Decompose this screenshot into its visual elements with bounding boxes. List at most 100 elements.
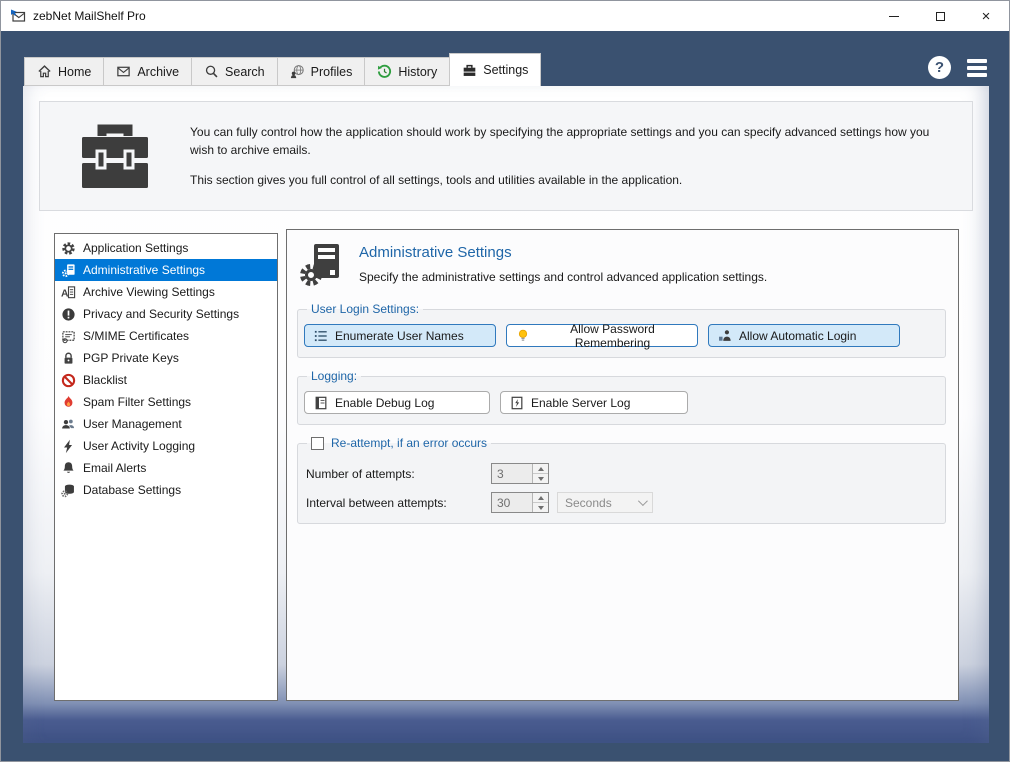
sidebar-item-label: PGP Private Keys [83,351,179,365]
sidebar-item-user-management[interactable]: User Management [55,413,277,435]
enable-server-log-button[interactable]: Enable Server Log [500,391,688,414]
spinner-down-button[interactable] [533,503,548,512]
top-right-icons: ? [928,56,987,79]
menu-button[interactable] [967,59,987,77]
sidebar-item-label: Email Alerts [83,461,146,475]
close-button[interactable]: × [963,1,1009,31]
envelope-icon [116,64,131,79]
sidebar-item-label: Archive Viewing Settings [83,285,215,299]
user-login-settings-label: User Login Settings: [307,302,423,316]
sidebar-item-privacy-security-settings[interactable]: Privacy and Security Settings [55,303,277,325]
window-controls: × [871,1,1009,31]
intro-text: You can fully control how the applicatio… [190,123,972,189]
maximize-icon [936,12,945,21]
history-clock-icon [377,64,392,79]
button-label: Enumerate User Names [335,329,464,343]
button-label: Allow Password Remembering [537,322,688,350]
content-panel: You can fully control how the applicatio… [23,86,989,743]
sidebar-item-label: Spam Filter Settings [83,395,191,409]
tab-label: Settings [483,63,528,77]
allow-automatic-login-button[interactable]: Allow Automatic Login [708,324,900,347]
spinner-down-button[interactable] [533,474,548,483]
interval-unit-dropdown[interactable]: Seconds [557,492,653,513]
flame-icon [60,395,76,410]
sidebar-item-email-alerts[interactable]: Email Alerts [55,457,277,479]
bell-icon [60,461,76,476]
tab-settings[interactable]: Settings [449,53,541,86]
attempts-row: Number of attempts: 3 [306,463,937,484]
spinner-value: 30 [492,493,532,512]
tab-profiles[interactable]: Profiles [277,57,366,86]
sidebar-item-label: S/MIME Certificates [83,329,189,343]
debug-log-icon [314,396,328,410]
svg-text:A: A [61,288,69,299]
settings-category-list: Application Settings Administrative Sett… [54,233,278,701]
sidebar-item-blacklist[interactable]: Blacklist [55,369,277,391]
intro-line-1: You can fully control how the applicatio… [190,123,948,159]
spinner-up-button[interactable] [533,493,548,503]
sidebar-item-label: Application Settings [83,241,188,255]
sidebar-item-user-activity-logging[interactable]: User Activity Logging [55,435,277,457]
sidebar-item-administrative-settings[interactable]: Administrative Settings [55,259,277,281]
padlock-icon [60,351,76,366]
sidebar-item-smime-certificates[interactable]: S/MIME Certificates [55,325,277,347]
tab-strip: Home Archive Search [24,53,541,86]
logging-group: Logging: Enable Debug Log [297,369,946,425]
sidebar-item-database-settings[interactable]: Database Settings [55,479,277,501]
user-login-settings-group: User Login Settings: [297,302,946,358]
numbered-list-icon [314,329,328,343]
hamburger-menu-icon [967,59,987,63]
sidebar-item-application-settings[interactable]: Application Settings [55,237,277,259]
tab-search[interactable]: Search [191,57,278,86]
button-label: Enable Server Log [531,396,630,410]
panel-header: Administrative Settings Specify the admi… [299,242,944,290]
help-circle-icon: ? [935,59,944,76]
app-window: zebNet MailShelf Pro × Home [0,0,1010,762]
toolbox-icon [462,63,477,78]
reattempt-checkbox[interactable] [311,437,324,450]
spinner-up-button[interactable] [533,464,548,474]
database-gear-icon [60,483,76,498]
tab-label: Home [58,65,91,79]
number-of-attempts-spinner[interactable]: 3 [491,463,549,484]
allow-password-remembering-button[interactable]: Allow Password Remembering [506,324,698,347]
help-button[interactable]: ? [928,56,951,79]
tab-archive[interactable]: Archive [103,57,192,86]
title-bar: zebNet MailShelf Pro × [1,1,1009,31]
window-title: zebNet MailShelf Pro [33,9,146,23]
a-document-icon: A [60,285,76,300]
gear-icon [60,241,76,256]
tab-home[interactable]: Home [24,57,104,86]
maximize-button[interactable] [917,1,963,31]
server-gear-icon [299,242,345,290]
certificate-icon [60,329,76,344]
sidebar-item-label: Blacklist [83,373,127,387]
interval-row: Interval between attempts: 30 Seconds [306,492,937,513]
panel-header-text: Administrative Settings Specify the admi… [359,242,767,290]
globe-person-icon [290,64,305,79]
reattempt-label: Re-attempt, if an error occurs [331,436,487,450]
tab-label: Archive [137,65,179,79]
sidebar-item-spam-filter-settings[interactable]: Spam Filter Settings [55,391,277,413]
sidebar-item-label: User Activity Logging [83,439,195,453]
enable-debug-log-button[interactable]: Enable Debug Log [304,391,490,414]
enumerate-user-names-button[interactable]: Enumerate User Names [304,324,496,347]
tab-label: Search [225,65,265,79]
server-log-icon [510,396,524,410]
sidebar-item-archive-viewing-settings[interactable]: A Archive Viewing Settings [55,281,277,303]
button-label: Allow Automatic Login [739,329,856,343]
tab-history[interactable]: History [364,57,450,86]
interval-spinner[interactable]: 30 [491,492,549,513]
panel-title: Administrative Settings [359,244,767,261]
intro-section: You can fully control how the applicatio… [39,101,973,211]
tab-label: History [398,65,437,79]
no-entry-icon [60,373,76,388]
lightning-icon [60,439,76,454]
mail-arrow-icon [10,8,26,24]
sidebar-item-label: Privacy and Security Settings [83,307,239,321]
minimize-button[interactable] [871,1,917,31]
close-icon: × [982,9,991,24]
sidebar-item-pgp-private-keys[interactable]: PGP Private Keys [55,347,277,369]
number-of-attempts-label: Number of attempts: [306,467,491,481]
gear-document-icon [60,263,76,278]
